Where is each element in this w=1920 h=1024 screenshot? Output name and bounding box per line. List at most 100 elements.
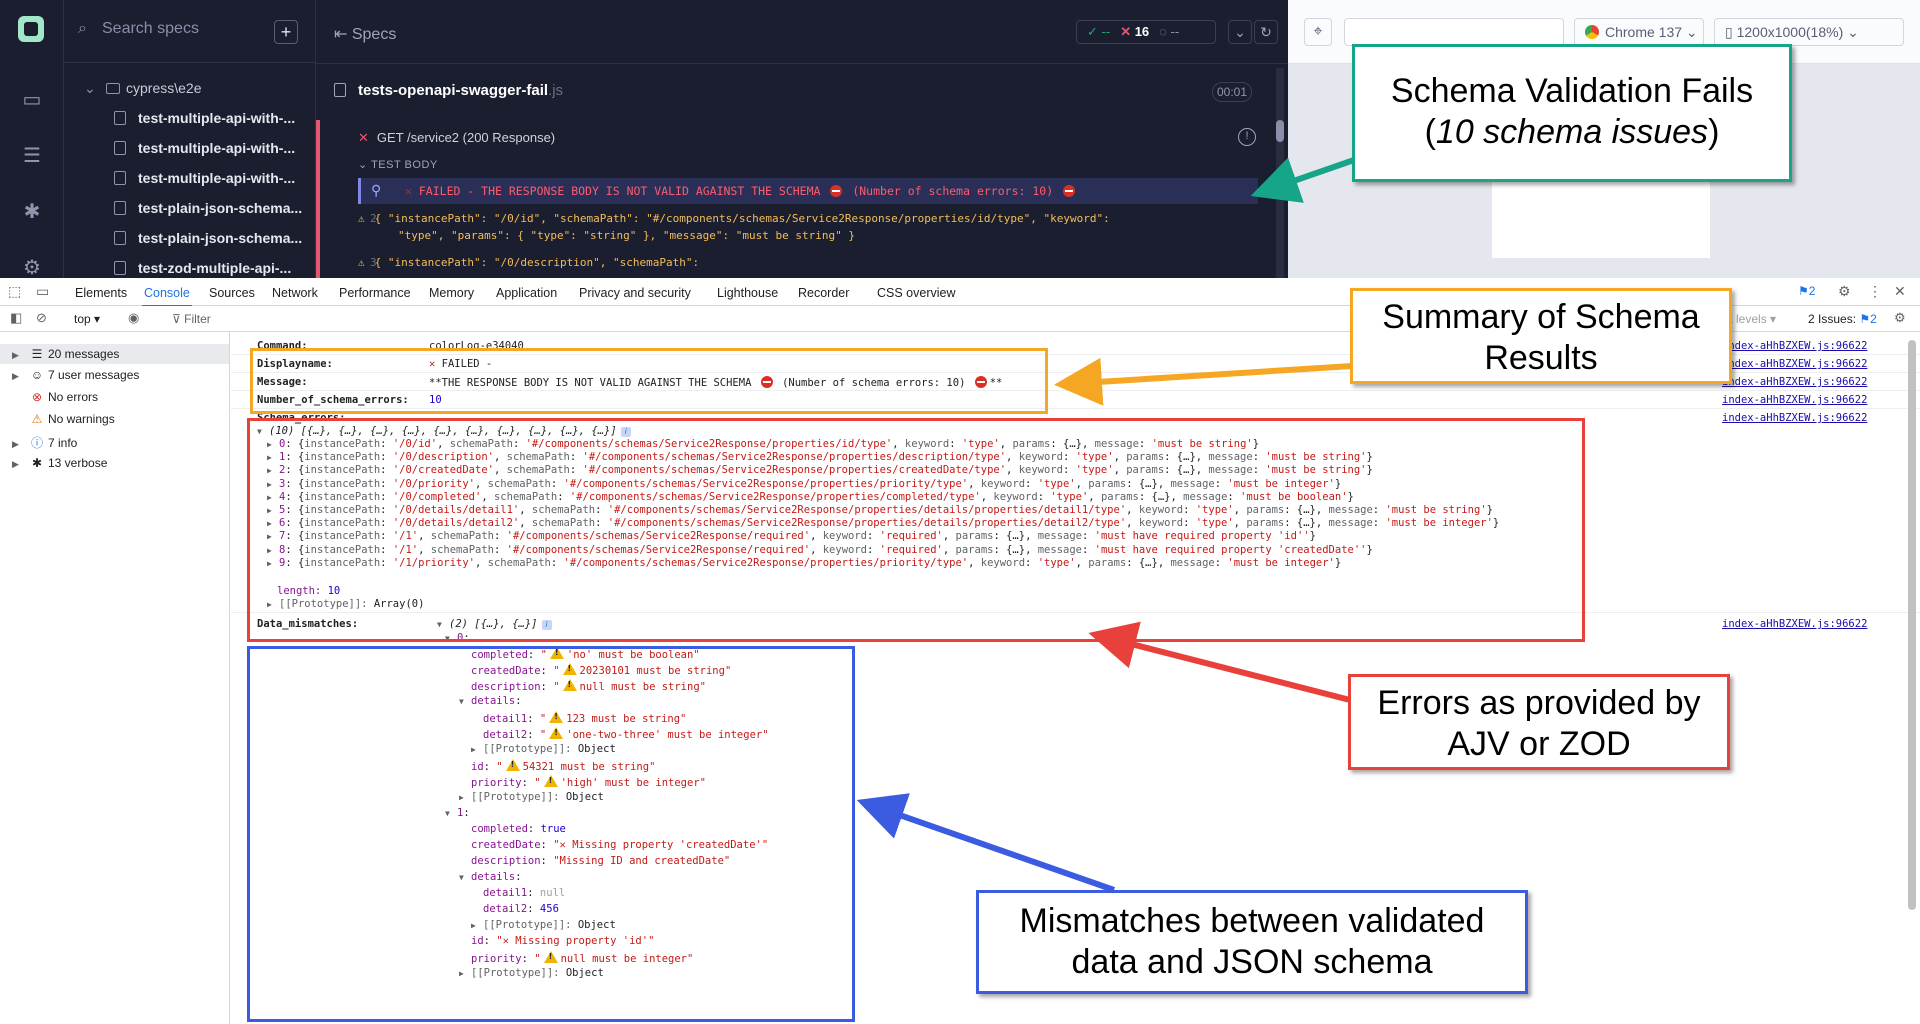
runs-nav-icon[interactable]: ☰: [16, 140, 48, 172]
log-line-continued: "type", "params": { "type": "string" }, …: [398, 229, 855, 242]
tab-elements[interactable]: Elements: [75, 286, 127, 300]
sidebar-item-warnings[interactable]: ⚠ No warnings: [12, 412, 115, 426]
spec-file-item[interactable]: test-plain-json-schema...: [114, 200, 304, 216]
summary-highlight-box: [250, 348, 1048, 414]
sidebar-item-messages[interactable]: ▶ ☰ 20 messages: [0, 344, 229, 364]
chevron-down-icon[interactable]: ⌄: [1228, 20, 1252, 44]
file-icon: [114, 231, 126, 245]
spec-file-name: test-multiple-api-with-...: [138, 110, 296, 126]
spec-title: tests-openapi-swagger-fail.js: [334, 82, 563, 99]
spec-list-panel: ⌕ Search specs + ⌄ cypress\e2e test-multip…: [64, 0, 316, 278]
file-icon: [114, 261, 126, 275]
context-select[interactable]: top ▾: [74, 312, 100, 326]
specs-toggle[interactable]: ⇤ Specs: [334, 24, 396, 44]
console-settings-icon[interactable]: ⚙: [1894, 310, 1906, 326]
console-scrollbar[interactable]: [1908, 340, 1916, 910]
test-stats: ✓ -- ✕ 16 ◌ --: [1076, 20, 1216, 44]
inspect-element-icon[interactable]: ⬚: [8, 283, 21, 300]
tab-console[interactable]: Console: [142, 286, 192, 307]
callout-line: (10 schema issues): [1424, 113, 1720, 151]
spec-file-item[interactable]: test-multiple-api-with-...: [114, 110, 304, 126]
rerun-icon[interactable]: ↻: [1254, 20, 1278, 44]
tab-lighthouse[interactable]: Lighthouse: [717, 286, 778, 300]
messages-badge[interactable]: ⚑2: [1798, 284, 1815, 298]
spec-file-item[interactable]: test-zod-multiple-api-...: [114, 260, 304, 276]
device-toolbar-icon[interactable]: ▭: [36, 283, 49, 300]
viewport-select[interactable]: ▯ 1200x1000(18%) ⌄: [1714, 18, 1904, 46]
warning-icon: ⚠: [31, 412, 43, 426]
fail-x-icon: ✕: [358, 130, 369, 145]
file-icon: [334, 83, 346, 97]
tab-performance[interactable]: Performance: [339, 286, 411, 300]
reporter-header: ⇤ Specs ✓ -- ✕ 16 ◌ -- ⌄ ↻: [316, 0, 1288, 64]
console-sidebar: ▶ ☰ 20 messages ▶ ☺ 7 user messages ⊗ No erro…: [0, 332, 230, 1024]
tab-sources[interactable]: Sources: [209, 286, 255, 300]
reporter-scrollbar[interactable]: [1276, 68, 1284, 278]
callout-line: data and JSON schema: [1071, 943, 1433, 981]
spec-file-name: test-multiple-api-with-...: [138, 140, 296, 156]
folder-row[interactable]: ⌄ cypress\e2e: [84, 80, 201, 97]
callout-line: Errors as provided by: [1377, 684, 1701, 722]
file-icon: [114, 111, 126, 125]
sidebar-item-errors[interactable]: ⊗ No errors: [12, 390, 98, 404]
passed-count: ✓ --: [1087, 24, 1111, 39]
user-icon: ☺: [30, 368, 44, 382]
sidebar-toggle-icon[interactable]: ◧: [10, 310, 22, 326]
info-icon: ⓘ: [30, 436, 43, 450]
source-link[interactable]: index-aHhBZXEW.js:96622: [1722, 394, 1867, 406]
tab-network[interactable]: Network: [272, 286, 318, 300]
callout-mismatches: Mismatches between validated data and JS…: [976, 890, 1528, 994]
tab-memory[interactable]: Memory: [429, 286, 474, 300]
source-link[interactable]: index-aHhBZXEW.js:96622: [1722, 376, 1867, 388]
tab-css-overview[interactable]: CSS overview: [877, 286, 956, 300]
sidebar-item-info[interactable]: ▶ ⓘ 7 info: [12, 434, 77, 451]
cypress-logo[interactable]: [18, 16, 44, 42]
failed-indicator-bar: [316, 120, 320, 278]
debug-bug-icon[interactable]: ✱: [16, 196, 48, 228]
tab-privacy[interactable]: Privacy and security: [579, 286, 691, 300]
source-link[interactable]: index-aHhBZXEW.js:96622: [1722, 358, 1867, 370]
source-link[interactable]: index-aHhBZXEW.js:96622: [1722, 340, 1867, 352]
selector-playground-icon[interactable]: ⌖: [1304, 18, 1332, 46]
spec-file-item[interactable]: test-multiple-api-with-...: [114, 140, 304, 156]
divider: [64, 62, 315, 63]
source-link[interactable]: index-aHhBZXEW.js:96622: [1722, 412, 1867, 424]
callout-line: Results: [1484, 339, 1598, 377]
close-icon[interactable]: ✕: [1894, 283, 1906, 300]
failed-command-line[interactable]: ⚲ ✕ FAILED - THE RESPONSE BODY IS NOT VA…: [358, 178, 1258, 204]
spec-file-name: test-plain-json-schema...: [138, 200, 303, 216]
sidebar-item-user-messages[interactable]: ▶ ☺ 7 user messages: [12, 368, 139, 382]
mismatches-highlight-box: [247, 646, 855, 1022]
callout-line: Schema Validation Fails: [1390, 72, 1754, 110]
settings-gear-icon[interactable]: ⚙: [1838, 283, 1851, 300]
browser-select[interactable]: Chrome 137 ⌄: [1574, 18, 1704, 46]
file-icon: [114, 201, 126, 215]
issues-button[interactable]: 2 Issues: ⚑2: [1808, 312, 1877, 326]
error-icon: ⊗: [31, 390, 43, 404]
url-bar[interactable]: [1344, 18, 1564, 46]
more-vert-icon[interactable]: ⋮: [1868, 283, 1882, 300]
callout-line: AJV or ZOD: [1447, 725, 1631, 763]
spec-search[interactable]: ⌕ Search specs: [78, 20, 268, 44]
source-link[interactable]: index-aHhBZXEW.js:96622: [1722, 618, 1867, 630]
spec-file-item[interactable]: test-multiple-api-with-...: [114, 170, 304, 186]
spec-duration: 00:01: [1212, 82, 1252, 102]
log-line: 2 ⚠{ "instancePath": "/0/id", "schemaPath…: [358, 212, 1110, 225]
filter-input[interactable]: ⊽ Filter: [172, 312, 211, 326]
tab-recorder[interactable]: Recorder: [798, 286, 849, 300]
new-spec-button[interactable]: +: [274, 20, 298, 44]
eye-icon[interactable]: ◉: [128, 310, 139, 326]
log-line: 3 ⚠{ "instancePath": "/0/description", "s…: [358, 256, 700, 269]
clear-console-icon[interactable]: ⊘: [36, 310, 47, 326]
tab-application[interactable]: Application: [496, 286, 557, 300]
test-row[interactable]: ✕ GET /service2 (200 Response): [358, 130, 555, 146]
info-icon[interactable]: !: [1238, 128, 1256, 146]
cypress-nav-rail: ▭ ☰ ✱ ⚙: [0, 0, 64, 279]
errors-highlight-box: [247, 418, 1585, 642]
sidebar-item-verbose[interactable]: ▶ ✱ 13 verbose: [12, 456, 107, 470]
spec-file-name: test-multiple-api-with-...: [138, 170, 296, 186]
specs-nav-icon[interactable]: ▭: [16, 84, 48, 116]
folder-icon: [106, 83, 120, 94]
spec-file-item[interactable]: test-plain-json-schema...: [114, 230, 304, 246]
pending-count: ◌ --: [1159, 24, 1180, 39]
